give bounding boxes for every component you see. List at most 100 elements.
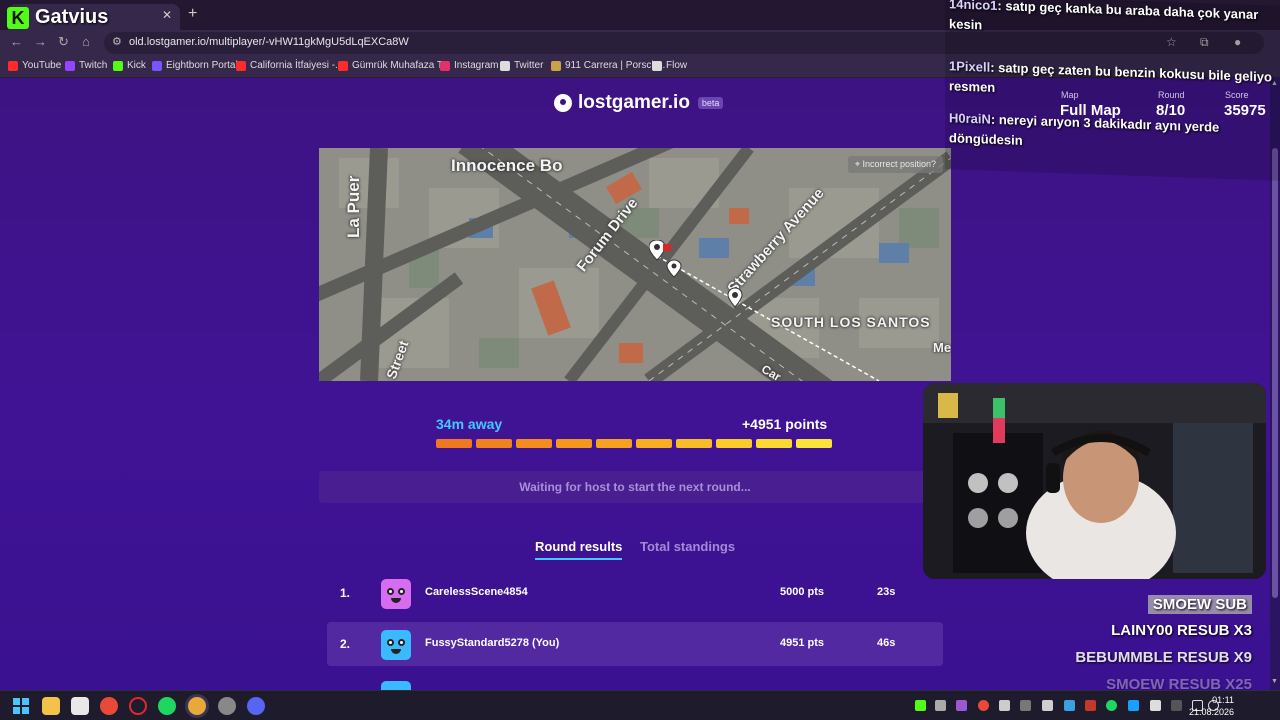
satellite-map-image — [319, 148, 951, 381]
tray-kick-icon[interactable] — [915, 700, 926, 711]
avatar — [381, 681, 411, 690]
bookmark-label: Kick — [127, 60, 146, 71]
sub-alert: SMOEW SUB — [1147, 595, 1252, 614]
waiting-banner: Waiting for host to start the next round… — [319, 471, 951, 503]
bookmark-item[interactable]: Twitter — [500, 60, 543, 71]
sub-alert: SMOEW RESUB X25 — [1106, 676, 1252, 690]
table-row[interactable]: 1. CarelessScene4854 5000 pts 23s — [327, 571, 943, 615]
score-bar-segment — [596, 439, 632, 448]
bookmark-item[interactable]: Kick — [113, 60, 146, 71]
reload-icon[interactable]: ↻ — [58, 34, 69, 50]
incorrect-position-label: Incorrect position? — [862, 159, 936, 169]
bookmark-favicon-icon — [152, 60, 162, 71]
site-logo[interactable]: lostgamer.io beta — [554, 92, 724, 114]
bookmark-label: 911 Carrera | Porsch... — [565, 60, 666, 71]
hud-map-label: Map — [1061, 90, 1079, 100]
distance-text: 34m away — [436, 416, 503, 432]
bookmark-item[interactable]: Eightborn Portal — [152, 60, 238, 71]
logo-pin-icon — [554, 94, 572, 112]
bookmark-favicon-icon — [113, 60, 123, 71]
bookmark-item[interactable]: Flow — [652, 60, 687, 71]
streamer-logo: K Gatvius — [7, 6, 108, 29]
chrome-icon[interactable] — [100, 697, 118, 715]
bookmark-item[interactable]: 911 Carrera | Porsch... — [551, 60, 665, 71]
row-points: 5000 pts — [780, 586, 825, 598]
microphone-icon[interactable] — [1171, 700, 1182, 711]
row-rank: 2. — [340, 637, 351, 651]
file-explorer-icon[interactable] — [42, 697, 60, 715]
sub-alert: LAINY00 RESUB X3 — [1111, 622, 1252, 639]
hud-score-value: 35975 — [1224, 102, 1266, 119]
score-bar-segment — [516, 439, 552, 448]
streamer-name: Gatvius — [35, 6, 109, 28]
scroll-down-icon[interactable]: ▼ — [1271, 678, 1278, 685]
tray-icon[interactable] — [956, 700, 967, 711]
bookmark-item[interactable]: Instagram — [440, 60, 498, 71]
map-label-south-los-santos: SOUTH LOS SANTOS — [771, 314, 931, 330]
score-bar-segment — [436, 439, 472, 448]
bookmark-label: Instagram — [454, 60, 499, 71]
bookmark-item[interactable]: California İtfaiyesi -... — [236, 60, 343, 71]
taskbar: 01:11 21.08.2026 — [0, 690, 1280, 720]
incorrect-position-button[interactable]: ⌖ Incorrect position? — [847, 156, 943, 173]
tray-icon[interactable] — [999, 700, 1010, 711]
tab-total-standings[interactable]: Total standings — [640, 539, 735, 554]
tray-icon[interactable] — [1042, 700, 1053, 711]
tray-icon[interactable] — [1064, 700, 1075, 711]
tray-icon[interactable] — [1020, 700, 1031, 711]
avatar — [381, 579, 411, 609]
tray-steam-icon[interactable] — [1128, 700, 1139, 711]
bookmark-favicon-icon — [65, 60, 75, 71]
hud-round-label: Round — [1158, 90, 1185, 100]
map-pins — [649, 240, 682, 278]
tab-round-results[interactable]: Round results — [535, 539, 623, 560]
hud-round-value: 8/10 — [1156, 102, 1186, 119]
tray-icon[interactable] — [1150, 700, 1161, 711]
points-text: +4951 points — [742, 416, 828, 432]
taskbar-clock[interactable]: 01:11 21.08.2026 — [1189, 694, 1234, 718]
table-row[interactable]: 2. FussyStandard5278 (You) 4951 pts 46s — [327, 622, 943, 666]
tab-close-icon[interactable]: ✕ — [162, 8, 172, 22]
row-points: 4951 pts — [780, 637, 825, 649]
score-bar-segment — [676, 439, 712, 448]
bookmark-label: California İtfaiyesi -... — [250, 60, 344, 71]
row-rank: 1. — [340, 586, 351, 600]
opera-icon[interactable] — [129, 697, 147, 715]
bookmark-label: Gümrük Muhafaza T... — [352, 60, 451, 71]
webcam-image — [923, 383, 1266, 579]
bookmark-label: YouTube — [22, 60, 62, 71]
spotify-icon[interactable] — [158, 697, 176, 715]
tray-icon[interactable] — [935, 700, 946, 711]
row-time: 46s — [877, 637, 896, 649]
discord-icon[interactable] — [247, 697, 265, 715]
new-tab-icon[interactable]: + — [188, 5, 197, 23]
chrome-active-icon[interactable] — [188, 697, 206, 715]
kick-logo-icon: K — [7, 6, 29, 29]
row-player-name: FussyStandard5278 (You) — [425, 637, 560, 649]
pin-icon — [649, 240, 666, 261]
scrollbar-thumb[interactable] — [1272, 148, 1278, 598]
tray-chrome-icon[interactable] — [978, 700, 989, 711]
chat-message: 1Pixell: satıp geç zaten bu benzin kokus… — [949, 58, 1272, 95]
app-icon[interactable] — [218, 697, 236, 715]
site-info-icon[interactable]: ⚙ — [112, 35, 122, 48]
guess-pin-icon — [727, 287, 743, 308]
bookmark-label: Twitter — [514, 60, 544, 71]
forward-icon[interactable]: → — [34, 34, 47, 49]
back-icon[interactable]: ← — [10, 34, 23, 49]
windows-start-icon[interactable] — [13, 698, 29, 714]
result-map[interactable]: Innocence Bo La Puer Forum Drive Strawbe… — [319, 148, 951, 381]
store-icon[interactable] — [71, 697, 89, 715]
bookmark-item[interactable]: Gümrük Muhafaza T... — [338, 60, 450, 71]
bookmark-item[interactable]: Twitch — [65, 60, 107, 71]
beta-badge: beta — [697, 97, 724, 109]
bookmark-label: Flow — [666, 60, 688, 71]
home-icon[interactable]: ⌂ — [82, 34, 90, 49]
webcam-overlay — [923, 383, 1266, 579]
bookmark-label: Eightborn Portal — [166, 60, 238, 71]
tray-spotify-icon[interactable] — [1106, 700, 1117, 711]
bookmark-favicon-icon — [551, 60, 561, 71]
tray-icon[interactable] — [1085, 700, 1096, 711]
bookmark-item[interactable]: YouTube — [8, 60, 61, 71]
row-time: 23s — [877, 586, 896, 598]
